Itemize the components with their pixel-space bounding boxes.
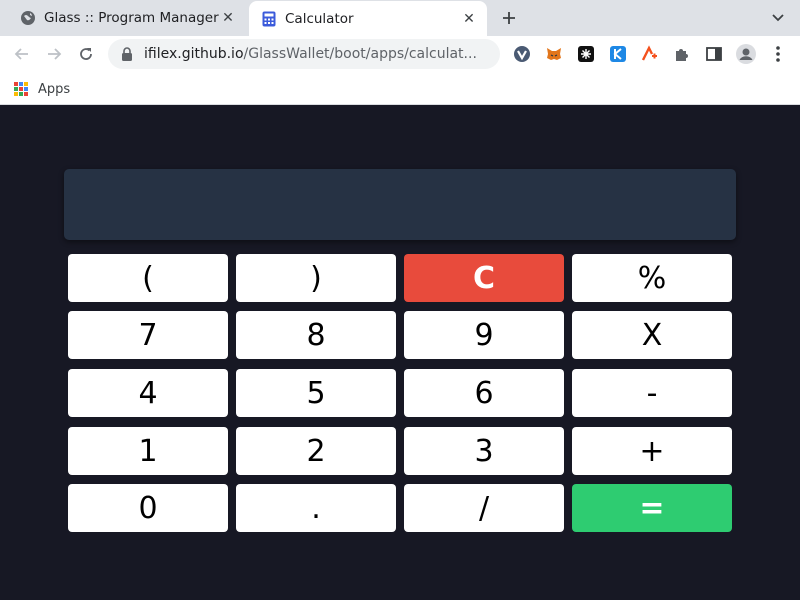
tab-calculator[interactable]: Calculator ✕ — [249, 1, 487, 37]
close-tab-icon[interactable]: ✕ — [220, 10, 236, 26]
close-tab-icon[interactable]: ✕ — [461, 11, 477, 27]
back-arrow-icon[interactable] — [10, 42, 34, 66]
apps-label: Apps — [38, 81, 71, 97]
key-zero[interactable]: 0 — [68, 484, 228, 532]
reload-icon[interactable] — [74, 42, 98, 66]
key-five[interactable]: 5 — [236, 369, 396, 417]
bookmarks-bar: Apps — [0, 72, 800, 105]
wallet-extension-icon[interactable] — [576, 44, 596, 64]
forward-arrow-icon[interactable] — [42, 42, 66, 66]
key-three[interactable]: 3 — [404, 427, 564, 475]
key-six[interactable]: 6 — [404, 369, 564, 417]
tab-program-manager[interactable]: Glass :: Program Manager ✕ — [8, 0, 246, 36]
tab-title: Calculator — [285, 11, 354, 27]
address-bar[interactable]: ifilex.github.io/GlassWallet/boot/apps/c… — [108, 39, 500, 69]
key-decimal[interactable]: . — [236, 484, 396, 532]
globe-icon — [20, 10, 36, 26]
calculator-display — [64, 169, 736, 240]
k-extension-icon[interactable] — [608, 44, 628, 64]
menu-kebab-icon[interactable] — [768, 44, 788, 64]
key-divide[interactable]: / — [404, 484, 564, 532]
key-nine[interactable]: 9 — [404, 311, 564, 359]
profile-icon[interactable] — [736, 44, 756, 64]
tab-title: Glass :: Program Manager — [44, 10, 219, 26]
key-seven[interactable]: 7 — [68, 311, 228, 359]
key-add[interactable]: + — [572, 427, 732, 475]
apps-grid-icon — [14, 82, 28, 96]
tab-strip: Glass :: Program Manager ✕ Calculator ✕ — [0, 0, 800, 37]
clear-button[interactable]: C — [404, 254, 564, 302]
key-one[interactable]: 1 — [68, 427, 228, 475]
browser-toolbar: ifilex.github.io/GlassWallet/boot/apps/c… — [0, 36, 800, 72]
key-subtract[interactable]: - — [572, 369, 732, 417]
key-two[interactable]: 2 — [236, 427, 396, 475]
extensions-puzzle-icon[interactable] — [672, 44, 692, 64]
key-multiply[interactable]: X — [572, 311, 732, 359]
key-eight[interactable]: 8 — [236, 311, 396, 359]
new-tab-button[interactable] — [497, 6, 521, 30]
apps-shortcut[interactable]: Apps — [14, 79, 70, 99]
key-close-paren[interactable]: ) — [236, 254, 396, 302]
url-text[interactable]: ifilex.github.io/GlassWallet/boot/apps/c… — [144, 46, 484, 62]
key-four[interactable]: 4 — [68, 369, 228, 417]
url-host: ifilex.github.io — [144, 46, 244, 62]
vivaldi-extension-icon[interactable] — [512, 44, 532, 64]
calculator-icon — [261, 11, 277, 27]
calculator-page: ( ) C % 7 8 9 X 4 5 6 - 1 2 3 + 0 . / = — [0, 106, 800, 600]
metamask-extension-icon[interactable] — [544, 44, 564, 64]
chevron-down-icon[interactable] — [766, 6, 790, 30]
ai-extension-icon[interactable] — [640, 44, 660, 64]
lock-icon[interactable] — [120, 47, 134, 61]
key-percent[interactable]: % — [572, 254, 732, 302]
side-panel-icon[interactable] — [704, 44, 724, 64]
url-path: /GlassWallet/boot/apps/calculat... — [243, 46, 477, 62]
key-open-paren[interactable]: ( — [68, 254, 228, 302]
equals-button[interactable]: = — [572, 484, 732, 532]
